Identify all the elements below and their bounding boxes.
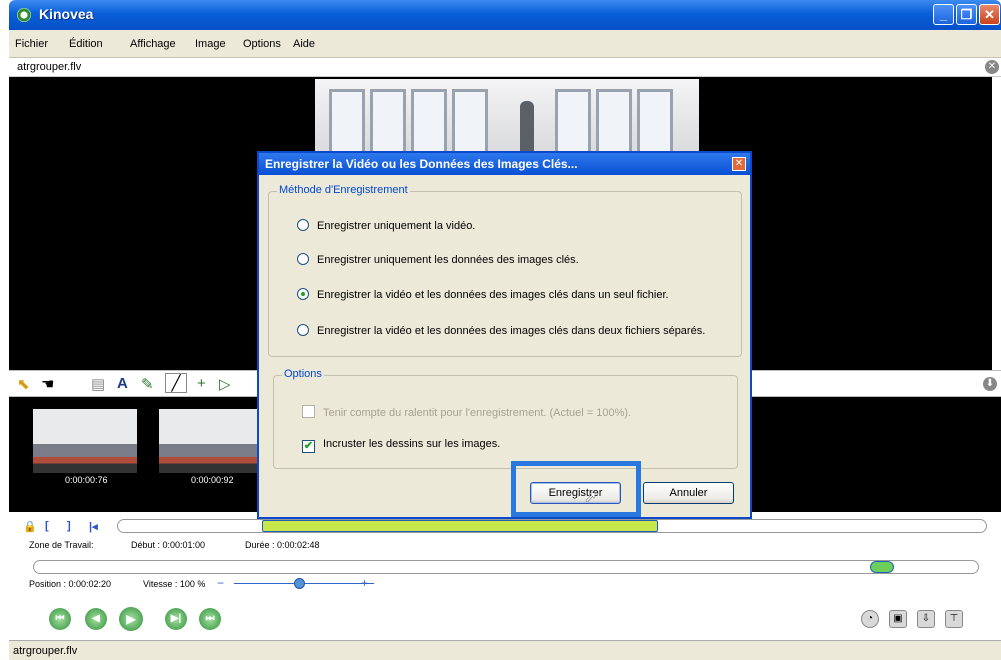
method-group-title: Méthode d'Enregistrement xyxy=(277,184,410,196)
save-dialog: Enregistrer la Vidéo ou les Données des … xyxy=(257,151,752,519)
working-zone-track[interactable] xyxy=(117,519,987,533)
status-bar: atrgrouper.flv xyxy=(9,640,1001,660)
position-track[interactable] xyxy=(33,560,979,574)
option-label: Enregistrer la vidéo et les données des … xyxy=(317,325,706,337)
player-header: atrgrouper.flv ✕ xyxy=(9,58,1001,77)
frame-window-pane xyxy=(411,89,447,155)
play-icon[interactable]: ▶ xyxy=(119,607,143,631)
pointer-icon[interactable]: ⬉ xyxy=(17,375,30,393)
method-option-keyframes-only[interactable]: Enregistrer uniquement les données des i… xyxy=(297,253,579,266)
checkbox[interactable] xyxy=(302,405,315,418)
start-label: Début : 0:00:01:00 xyxy=(131,540,206,550)
presentation-icon[interactable]: ⊤ xyxy=(945,610,963,628)
speed-plus-icon[interactable]: + xyxy=(361,576,368,590)
frame-window-pane xyxy=(637,89,673,155)
save-video-icon[interactable]: ⇩ xyxy=(917,610,935,628)
close-window-button[interactable]: ✕ xyxy=(979,4,1000,25)
menu-fichier[interactable]: Fichier xyxy=(15,38,48,50)
radio-button-selected[interactable] xyxy=(297,288,309,300)
lock-icon[interactable]: 🔒 xyxy=(23,520,37,533)
zone-label: Zone de Travail: xyxy=(29,540,94,550)
window-titlebar: Kinovea _ ❐ ✕ xyxy=(9,0,1001,30)
zone-end-icon[interactable]: ] xyxy=(67,520,71,532)
hand-icon[interactable]: ☚ xyxy=(41,375,54,393)
option-label: Enregistrer uniquement les données des i… xyxy=(317,254,579,266)
options-group: Options Tenir compte du ralentit pour l'… xyxy=(273,368,738,469)
minimize-button[interactable]: _ xyxy=(933,4,954,25)
duration-label: Durée : 0:00:02:48 xyxy=(245,540,320,550)
radio-button[interactable] xyxy=(297,324,309,336)
menu-edition[interactable]: Édition xyxy=(69,38,103,50)
cross-icon[interactable]: + xyxy=(197,375,206,392)
status-text: atrgrouper.flv xyxy=(13,645,78,657)
keyframe-time: 0:00:00:92 xyxy=(191,475,234,485)
goto-start-icon[interactable]: |◂ xyxy=(89,520,98,533)
keyframe-thumbnail[interactable] xyxy=(159,409,263,473)
save-button-highlight xyxy=(511,461,641,517)
frame-window-pane xyxy=(452,89,488,155)
working-zone-selection[interactable] xyxy=(262,520,658,532)
position-label: Position : 0:00:02:20 xyxy=(29,579,112,589)
method-option-two-files[interactable]: Enregistrer la vidéo et les données des … xyxy=(297,324,705,337)
speed-slider-knob[interactable] xyxy=(294,578,305,589)
last-frame-icon[interactable]: ⏭ xyxy=(199,608,221,630)
previous-frame-icon[interactable]: ◀ xyxy=(85,608,107,630)
line-icon[interactable]: ╱ xyxy=(165,373,187,393)
frame-athlete xyxy=(520,101,534,155)
method-option-single-file[interactable]: Enregistrer la vidéo et les données des … xyxy=(297,288,669,301)
checkbox-checked[interactable]: ✔ xyxy=(302,440,315,453)
text-icon[interactable]: A xyxy=(117,375,128,392)
method-option-video-only[interactable]: Enregistrer uniquement la vidéo. xyxy=(297,219,475,232)
menu-options[interactable]: Options xyxy=(243,38,281,50)
menu-aide[interactable]: Aide xyxy=(293,38,315,50)
options-group-title: Options xyxy=(282,368,324,380)
keyframe-time: 0:00:00:76 xyxy=(65,475,108,485)
zone-start-icon[interactable]: [ xyxy=(45,520,49,532)
dialog-close-icon[interactable]: ✕ xyxy=(732,157,746,171)
cancel-button[interactable]: Annuler xyxy=(643,482,734,504)
radio-button[interactable] xyxy=(297,219,309,231)
radio-button[interactable] xyxy=(297,253,309,265)
menu-bar: Fichier Édition Affichage Image Options … xyxy=(9,30,1001,58)
frame-window-pane xyxy=(555,89,591,155)
pencil-icon[interactable]: ✎ xyxy=(141,375,154,393)
next-frame-icon[interactable]: ▶| xyxy=(165,608,187,630)
comment-icon[interactable]: ▤ xyxy=(91,375,105,393)
keyframe-thumbnail[interactable] xyxy=(33,409,137,473)
mouse-cursor-icon: ➚ xyxy=(584,489,598,506)
frame-window-pane xyxy=(329,89,365,155)
option-label: Incruster les dessins sur les images. xyxy=(323,438,501,450)
position-cursor[interactable] xyxy=(870,561,894,573)
maximize-button[interactable]: ❐ xyxy=(956,4,977,25)
video-frame xyxy=(315,79,699,155)
angle-icon[interactable]: ▷ xyxy=(219,375,231,393)
timer-icon[interactable]: ◔ xyxy=(861,610,879,628)
option-label: Enregistrer uniquement la vidéo. xyxy=(317,220,476,232)
menu-image[interactable]: Image xyxy=(195,38,226,50)
frame-window-pane xyxy=(370,89,406,155)
expand-down-icon[interactable]: ⬇ xyxy=(983,377,997,391)
frame-window-pane xyxy=(596,89,632,155)
timeline-panel: 🔒 [ ] |◂ Zone de Travail: Début : 0:00:0… xyxy=(9,512,1001,640)
method-group: Méthode d'Enregistrement Enregistrer uni… xyxy=(268,184,742,357)
menu-affichage[interactable]: Affichage xyxy=(130,38,176,50)
window-title: Kinovea xyxy=(39,6,94,22)
kinovea-app-icon xyxy=(17,8,31,22)
option-slowmotion[interactable]: Tenir compte du ralentit pour l'enregist… xyxy=(302,405,631,419)
close-player-icon[interactable]: ✕ xyxy=(985,60,999,74)
snapshot-camera-icon[interactable]: ▣ xyxy=(889,610,907,628)
player-filename: atrgrouper.flv xyxy=(17,61,82,73)
option-label: Tenir compte du ralentit pour l'enregist… xyxy=(323,407,632,419)
option-label: Enregistrer la vidéo et les données des … xyxy=(317,289,669,301)
speed-label: Vitesse : 100 % xyxy=(143,579,206,589)
option-burn-drawings[interactable]: ✔ Incruster les dessins sur les images. xyxy=(302,438,500,453)
first-frame-icon[interactable]: ⏮ xyxy=(49,608,71,630)
dialog-title: Enregistrer la Vidéo ou les Données des … xyxy=(259,153,750,175)
speed-minus-icon[interactable]: − xyxy=(217,576,224,590)
